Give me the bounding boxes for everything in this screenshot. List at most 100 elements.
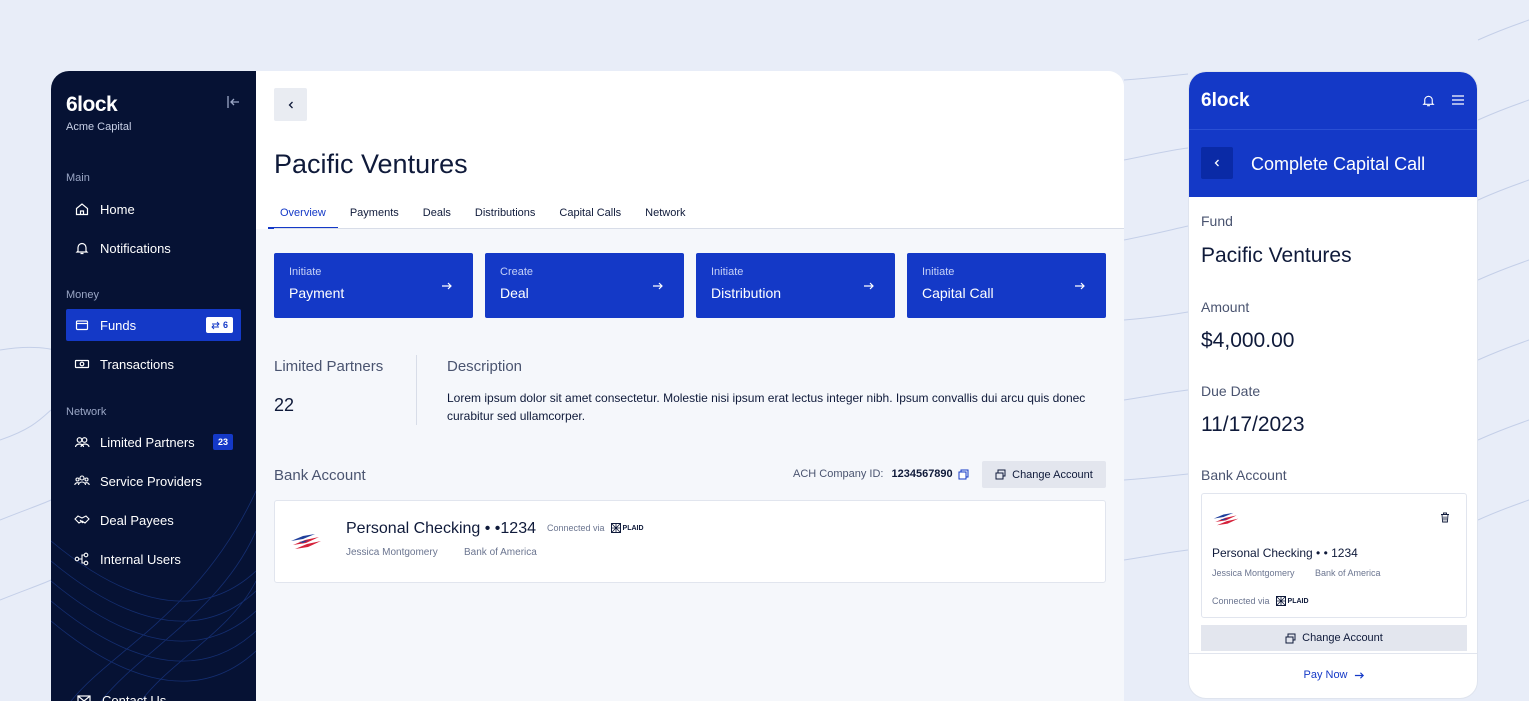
bank-of-america-logo bbox=[1213, 512, 1239, 526]
plaid-icon bbox=[1275, 596, 1286, 606]
sidebar-item-label: Home bbox=[100, 201, 135, 217]
action-label: Deal bbox=[500, 285, 529, 301]
sidebar-waves bbox=[51, 490, 256, 701]
sidebar-item-label: Notifications bbox=[100, 240, 171, 256]
tab-payments[interactable]: Payments bbox=[338, 201, 411, 229]
plaid-label: PLAID bbox=[1287, 597, 1309, 605]
pay-now-label: Pay Now bbox=[1303, 669, 1348, 681]
sidebar-item-label: Service Providers bbox=[100, 473, 202, 489]
plaid-icon bbox=[610, 523, 621, 533]
sidebar-item-transactions[interactable]: Transactions bbox=[66, 348, 241, 380]
section-label-main: Main bbox=[66, 172, 90, 184]
copy-icon[interactable] bbox=[958, 469, 969, 480]
connected-via: Connected via PLAID bbox=[547, 523, 644, 533]
sidebar-item-home[interactable]: Home bbox=[66, 193, 241, 225]
bank-account-label: Bank Account bbox=[274, 467, 366, 484]
action-verb: Initiate bbox=[711, 266, 744, 278]
create-deal-button[interactable]: Create Deal bbox=[485, 253, 684, 318]
description-label: Description bbox=[447, 358, 523, 375]
mobile-change-account-button[interactable]: Change Account bbox=[1201, 625, 1467, 651]
mobile-account-name: Personal Checking • • 1234 bbox=[1212, 546, 1358, 560]
sidebar: 6lock Acme Capital Main Home Notificatio… bbox=[51, 71, 256, 701]
pay-now-button[interactable]: Pay Now bbox=[1189, 669, 1477, 681]
tab-deals[interactable]: Deals bbox=[411, 201, 463, 229]
bank-of-america-logo bbox=[291, 534, 321, 549]
home-icon bbox=[74, 201, 90, 217]
page-title: Pacific Ventures bbox=[274, 149, 468, 179]
back-button[interactable] bbox=[274, 88, 307, 121]
sidebar-item-label: Transactions bbox=[100, 356, 174, 372]
sidebar-item-deal-payees[interactable]: Deal Payees bbox=[66, 504, 241, 536]
mobile-back-button[interactable] bbox=[1201, 147, 1233, 179]
plaid-logo: PLAID bbox=[610, 523, 644, 533]
swap-account-icon bbox=[995, 469, 1006, 480]
sidebar-item-service-providers[interactable]: Service Providers bbox=[66, 465, 241, 497]
mobile-bank-account-card[interactable]: Personal Checking • • 1234 Jessica Montg… bbox=[1201, 493, 1467, 618]
sidebar-item-notifications[interactable]: Notifications bbox=[66, 232, 241, 264]
fund-label: Fund bbox=[1201, 213, 1233, 229]
mobile-brand-logo: 6lock bbox=[1201, 90, 1250, 111]
action-verb: Initiate bbox=[289, 266, 322, 278]
ach-label: ACH Company ID: bbox=[793, 468, 884, 480]
sidebar-item-label: Limited Partners bbox=[100, 434, 195, 450]
limited-partners-badge: 23 bbox=[212, 434, 233, 450]
collapse-sidebar-icon[interactable] bbox=[227, 95, 241, 109]
arrow-right-icon bbox=[1354, 671, 1364, 679]
tab-bar: Overview Payments Deals Distributions Ca… bbox=[268, 201, 698, 229]
bank-account-card[interactable]: Personal Checking • •1234 Connected via … bbox=[274, 500, 1106, 583]
mobile-account-holder: Jessica Montgomery bbox=[1212, 568, 1295, 578]
cash-icon bbox=[74, 356, 90, 372]
tab-capital-calls[interactable]: Capital Calls bbox=[547, 201, 633, 229]
funds-badge-count: 6 bbox=[222, 320, 228, 330]
chevron-left-icon bbox=[288, 101, 293, 108]
limited-partners-count: 22 bbox=[274, 395, 295, 415]
menu-icon[interactable] bbox=[1451, 94, 1465, 106]
mobile-bank-name: Bank of America bbox=[1315, 568, 1381, 578]
org-name: Acme Capital bbox=[66, 121, 132, 133]
arrow-right-icon bbox=[653, 282, 663, 290]
action-verb: Initiate bbox=[922, 266, 955, 278]
sidebar-item-label: Funds bbox=[100, 317, 137, 333]
main-panel: Pacific Ventures Overview Payments Deals… bbox=[256, 71, 1124, 701]
tabs-divider bbox=[274, 228, 1124, 229]
handshake-icon bbox=[74, 512, 90, 528]
sidebar-item-contact[interactable]: Contact Us bbox=[76, 692, 166, 701]
connected-via-label: Connected via bbox=[547, 523, 605, 533]
sidebar-item-label: Contact Us bbox=[102, 692, 167, 701]
tab-overview[interactable]: Overview bbox=[268, 201, 338, 229]
stat-divider bbox=[416, 355, 417, 425]
due-date-label: Due Date bbox=[1201, 383, 1261, 399]
wallet-icon bbox=[74, 317, 90, 333]
trash-icon[interactable] bbox=[1440, 512, 1450, 523]
header-divider bbox=[1189, 129, 1477, 130]
users-icon bbox=[74, 434, 90, 450]
initiate-payment-button[interactable]: Initiate Payment bbox=[274, 253, 473, 318]
bell-icon[interactable] bbox=[1421, 93, 1436, 108]
action-label: Distribution bbox=[711, 285, 782, 301]
amount-label: Amount bbox=[1201, 299, 1250, 315]
connected-via-label: Connected via bbox=[1212, 596, 1270, 606]
ach-value: 1234567890 bbox=[891, 468, 953, 480]
initiate-distribution-button[interactable]: Initiate Distribution bbox=[696, 253, 895, 318]
bell-icon bbox=[74, 240, 90, 256]
section-label-network: Network bbox=[66, 406, 107, 418]
fund-value: Pacific Ventures bbox=[1201, 244, 1352, 267]
sidebar-item-funds[interactable]: Funds 6 bbox=[66, 309, 241, 341]
plaid-logo: PLAID bbox=[1275, 596, 1309, 606]
arrow-right-icon bbox=[1075, 282, 1085, 290]
tab-network[interactable]: Network bbox=[633, 201, 697, 229]
change-account-button[interactable]: Change Account bbox=[982, 461, 1106, 488]
arrow-right-icon bbox=[864, 282, 874, 290]
sidebar-item-limited-partners[interactable]: Limited Partners 23 bbox=[66, 426, 241, 458]
chevron-left-icon bbox=[1214, 159, 1219, 167]
section-label-money: Money bbox=[66, 289, 100, 301]
account-holder: Jessica Montgomery bbox=[346, 547, 438, 558]
initiate-capital-call-button[interactable]: Initiate Capital Call bbox=[907, 253, 1106, 318]
funds-badge: 6 bbox=[205, 317, 233, 333]
sidebar-item-internal-users[interactable]: Internal Users bbox=[66, 543, 241, 575]
action-label: Capital Call bbox=[922, 285, 994, 301]
sidebar-item-label: Deal Payees bbox=[100, 512, 174, 528]
mail-icon bbox=[77, 695, 91, 701]
limited-partners-label: Limited Partners bbox=[274, 358, 384, 375]
tab-distributions[interactable]: Distributions bbox=[463, 201, 548, 229]
